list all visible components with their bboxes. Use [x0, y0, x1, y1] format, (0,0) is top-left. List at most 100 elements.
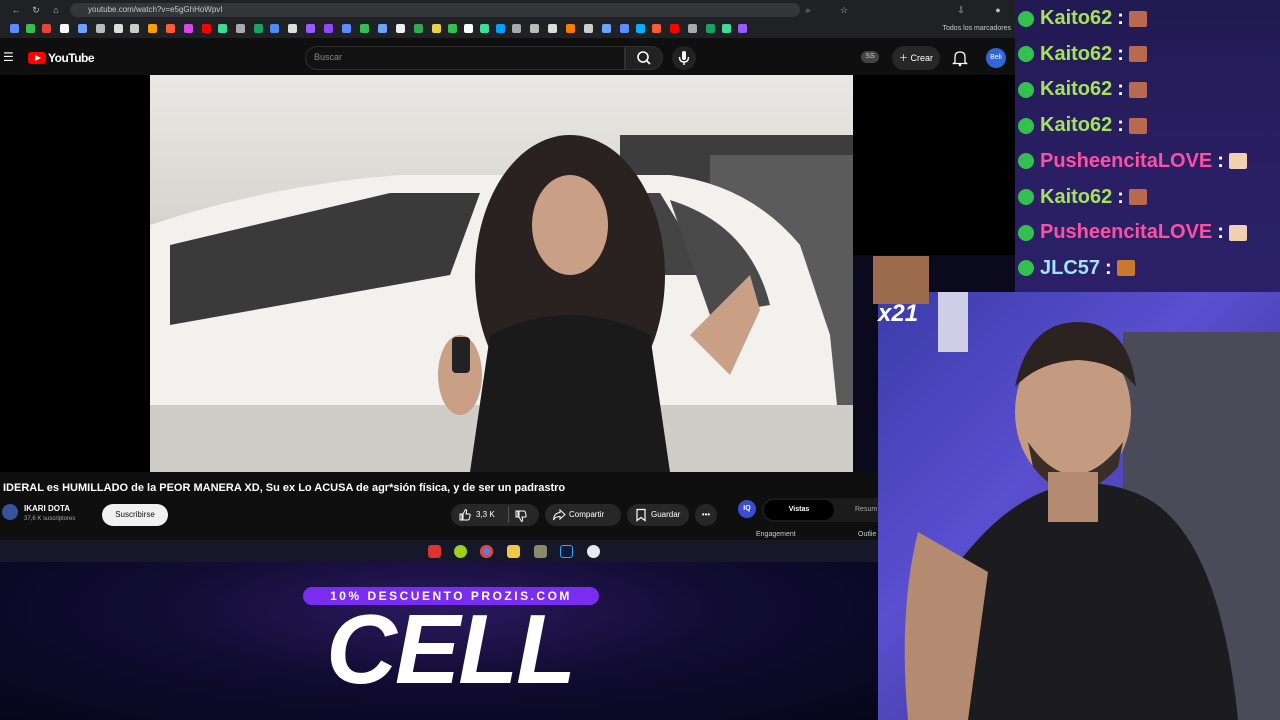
- bookmark-icon[interactable]: [130, 24, 139, 33]
- bookmark-icon[interactable]: [360, 24, 369, 33]
- analytics-extension-icon[interactable]: IQ: [738, 500, 756, 518]
- bookmark-icon[interactable]: [254, 24, 263, 33]
- bookmark-icon[interactable]: [26, 24, 35, 33]
- tab-vistas[interactable]: Vistas: [764, 500, 834, 520]
- chat-badge-icon: [1018, 117, 1034, 134]
- bookmark-icon[interactable]: [396, 24, 405, 33]
- bookmark-icon[interactable]: [548, 24, 557, 33]
- bookmark-icon[interactable]: [688, 24, 697, 33]
- chat-username[interactable]: PusheencitaLOVE: [1040, 221, 1212, 243]
- download-icon[interactable]: ⇩: [955, 3, 967, 17]
- chat-separator: :: [1117, 114, 1124, 137]
- bookmarks-folder[interactable]: Todos los marcadores: [943, 23, 1011, 35]
- bookmark-icon[interactable]: [218, 24, 227, 33]
- instagram-icon[interactable]: [184, 24, 193, 33]
- tab-resumen[interactable]: Resum: [855, 500, 877, 520]
- folder-icon[interactable]: [507, 545, 520, 558]
- chat-message: Kaito62:: [1018, 114, 1147, 144]
- subscribe-button[interactable]: Suscribirse: [102, 504, 168, 526]
- chat-username[interactable]: PusheencitaLOVE: [1040, 150, 1212, 172]
- channel-name[interactable]: IKARI DOTA: [24, 504, 70, 513]
- bookmark-icon[interactable]: [306, 24, 315, 33]
- bookmark-icon[interactable]: [96, 24, 105, 33]
- play-icon: [35, 55, 41, 61]
- app-icon[interactable]: [428, 545, 441, 558]
- thumbs-up-icon[interactable]: [458, 508, 472, 522]
- ss-badge[interactable]: SS: [861, 51, 879, 63]
- chat-username[interactable]: Kaito62: [1040, 186, 1112, 208]
- bookmark-icon[interactable]: [270, 24, 279, 33]
- chat-username[interactable]: Kaito62: [1040, 78, 1112, 100]
- app-icon[interactable]: [534, 545, 547, 558]
- back-icon[interactable]: ←: [10, 3, 22, 17]
- thumbs-down-icon[interactable]: [514, 509, 528, 523]
- share-button[interactable]: Compartir: [545, 504, 621, 526]
- bookmark-icon[interactable]: [512, 24, 521, 33]
- search-box[interactable]: [305, 46, 625, 70]
- account-avatar[interactable]: Beli: [986, 48, 1006, 68]
- bookmark-icon[interactable]: [378, 24, 387, 33]
- bookmark-icon[interactable]: [620, 24, 629, 33]
- chat-username[interactable]: Kaito62: [1040, 114, 1112, 136]
- chat-badge-icon: [1018, 189, 1034, 205]
- app-icon[interactable]: [454, 545, 467, 558]
- reload-icon[interactable]: ↻: [30, 3, 42, 17]
- chat-username[interactable]: Kaito62: [1040, 7, 1112, 29]
- bookmark-icon[interactable]: [148, 24, 157, 33]
- channel-avatar[interactable]: [2, 504, 18, 520]
- bookmark-icon[interactable]: [480, 24, 489, 33]
- chat-badge-icon: [1018, 46, 1034, 63]
- app-icon[interactable]: [587, 545, 600, 558]
- zoom-icon[interactable]: ⌕: [802, 3, 814, 17]
- bookmark-icon[interactable]: [652, 24, 661, 33]
- emote-image: [873, 256, 929, 304]
- bookmark-icon[interactable]: [722, 24, 731, 33]
- search-button[interactable]: [625, 46, 663, 70]
- video-player[interactable]: [150, 75, 853, 472]
- bookmark-icon[interactable]: [530, 24, 539, 33]
- chat-username[interactable]: JLC57: [1040, 257, 1100, 279]
- bookmark-icon[interactable]: [566, 24, 575, 33]
- x-icon[interactable]: [60, 24, 69, 33]
- bookmark-icon[interactable]: [496, 24, 505, 33]
- youtube-icon[interactable]: [202, 24, 211, 33]
- gmail-icon[interactable]: [42, 24, 51, 33]
- notifications-bell-icon[interactable]: [951, 49, 969, 67]
- bookmark-icon[interactable]: [342, 24, 351, 33]
- bookmarks-bar: Todos los marcadores: [0, 20, 1015, 39]
- create-button[interactable]: ＋ Crear: [892, 46, 940, 70]
- bookmark-icon[interactable]: [636, 24, 645, 33]
- save-button[interactable]: Guardar: [627, 504, 689, 526]
- bookmark-icon[interactable]: [706, 24, 715, 33]
- bookmark-icon[interactable]: [448, 24, 457, 33]
- bookmark-icon[interactable]: [738, 24, 747, 33]
- bookmark-icon[interactable]: [670, 24, 679, 33]
- address-bar[interactable]: youtube.com/watch?v=e5gGhHoWpvI: [70, 3, 800, 17]
- bookmark-icon[interactable]: [236, 24, 245, 33]
- twitch-icon[interactable]: [324, 24, 333, 33]
- home-icon[interactable]: ⌂: [50, 3, 62, 17]
- bookmark-icon[interactable]: [464, 24, 473, 33]
- bookmark-icon[interactable]: [288, 24, 297, 33]
- profile-icon[interactable]: ●: [992, 3, 1004, 17]
- bookmark-icon[interactable]: [432, 24, 441, 33]
- more-actions-button[interactable]: •••: [695, 504, 717, 526]
- youtube-logo-text[interactable]: YouTube: [48, 51, 95, 65]
- search-input[interactable]: Buscar: [314, 52, 342, 62]
- menu-icon[interactable]: ☰: [3, 50, 14, 64]
- save-label: Guardar: [651, 510, 681, 519]
- chat-username[interactable]: Kaito62: [1040, 43, 1112, 65]
- star-icon[interactable]: ☆: [838, 3, 850, 17]
- like-dislike-group: 3,3 K: [451, 504, 539, 526]
- chrome-icon[interactable]: [480, 545, 493, 558]
- bookmark-icon[interactable]: [78, 24, 87, 33]
- face-emote-icon: [1128, 46, 1147, 63]
- photoshop-icon[interactable]: [560, 545, 573, 558]
- bookmark-icon[interactable]: [584, 24, 593, 33]
- bookmark-icon[interactable]: [114, 24, 123, 33]
- bookmark-icon[interactable]: [414, 24, 423, 33]
- bookmark-icon[interactable]: [10, 24, 19, 33]
- bookmark-icon[interactable]: [166, 24, 175, 33]
- voice-search-button[interactable]: [672, 46, 696, 70]
- bookmark-icon[interactable]: [602, 24, 611, 33]
